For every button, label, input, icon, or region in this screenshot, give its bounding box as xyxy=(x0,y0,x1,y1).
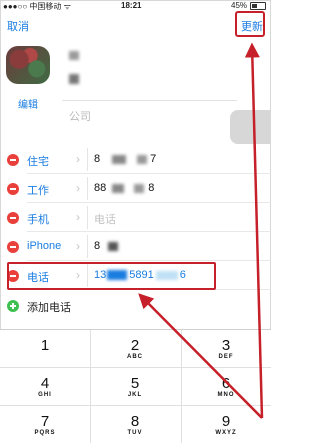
side-handle xyxy=(230,110,270,144)
status-time: 18:21 xyxy=(121,1,142,10)
chevron-right-icon: › xyxy=(76,239,80,253)
chevron-right-icon: › xyxy=(76,181,80,195)
key-5[interactable]: 5 JKL xyxy=(90,368,180,405)
phone-value[interactable]: 8 xyxy=(94,240,119,252)
key-2[interactable]: 2 ABC xyxy=(90,330,180,367)
annotation-box-update xyxy=(235,11,265,37)
company-field[interactable]: 公司 xyxy=(69,108,91,124)
first-name-field-blurred[interactable] xyxy=(69,51,79,60)
add-plus-icon[interactable] xyxy=(7,300,19,312)
carrier-signal: ●●●○○ 中国移动 ᯤ xyxy=(3,2,71,11)
phone-row-home[interactable]: 住宅 › 87 xyxy=(0,145,271,174)
battery-percent: 45% xyxy=(231,1,248,10)
phone-row-iphone[interactable]: iPhone › 8 xyxy=(0,232,271,261)
battery-icon xyxy=(250,2,266,10)
contact-avatar[interactable] xyxy=(6,46,50,84)
phone-value-placeholder[interactable]: 电话 xyxy=(94,211,116,227)
key-8[interactable]: 8 TUV xyxy=(90,406,180,443)
key-1[interactable]: 1 xyxy=(0,330,90,367)
phone-label[interactable]: 住宅 xyxy=(27,153,49,169)
add-phone-row[interactable]: 添加电话 xyxy=(0,293,271,319)
phone-value[interactable]: 87 xyxy=(94,153,156,165)
cancel-button[interactable]: 取消 xyxy=(7,18,29,34)
chevron-right-icon: › xyxy=(76,152,80,166)
company-divider xyxy=(62,100,237,101)
phone-label[interactable]: 工作 xyxy=(27,182,49,198)
status-bar: ●●●○○ 中国移动 ᯤ 18:21 45% xyxy=(0,0,271,12)
numeric-keypad: 1 2 ABC 3 DEF 4 GHI 5 JKL 6 MNO 7 PQRS 8 TUV 9W… xyxy=(0,329,271,446)
delete-minus-icon[interactable] xyxy=(7,183,19,195)
annotation-box-phone-row xyxy=(7,262,216,290)
phone-value[interactable]: 88 8 xyxy=(94,182,154,194)
key-6[interactable]: 6 MNO xyxy=(181,368,271,405)
key-9[interactable]: 9 WXYZ xyxy=(181,406,271,443)
chevron-right-icon: › xyxy=(76,210,80,224)
delete-minus-icon[interactable] xyxy=(7,212,19,224)
delete-minus-icon[interactable] xyxy=(7,154,19,166)
key-7[interactable]: 7 PQRS xyxy=(0,406,90,443)
key-3[interactable]: 3 DEF xyxy=(181,330,271,367)
phone-row-work[interactable]: 工作 › 88 8 xyxy=(0,174,271,203)
key-4[interactable]: 4 GHI xyxy=(0,368,90,405)
last-name-field-blurred[interactable] xyxy=(69,74,79,84)
add-phone-label[interactable]: 添加电话 xyxy=(27,299,71,315)
edit-photo-button[interactable]: 编辑 xyxy=(18,96,38,111)
phone-row-mobile[interactable]: 手机 › 电话 xyxy=(0,203,271,232)
phone-label[interactable]: 手机 xyxy=(27,211,49,227)
phone-label[interactable]: iPhone xyxy=(27,240,61,252)
delete-minus-icon[interactable] xyxy=(7,241,19,253)
